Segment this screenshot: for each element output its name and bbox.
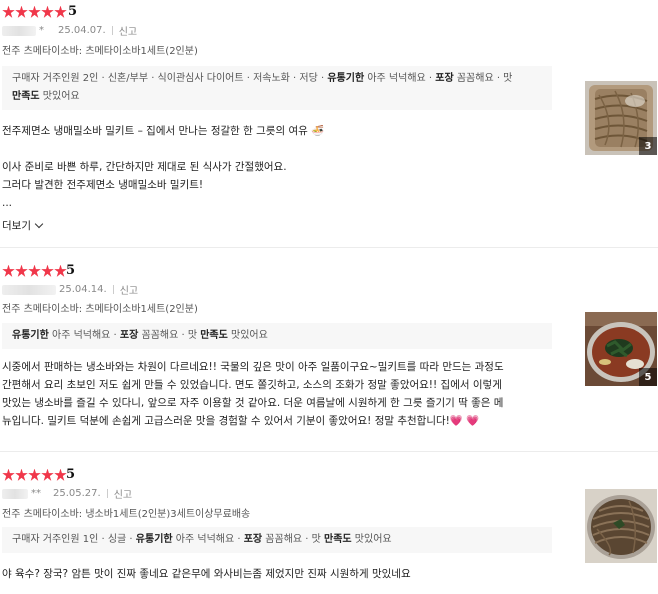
tag-text: 꼼꼼해요 · 맛 xyxy=(453,73,513,84)
tags-line: 유통기한 아주 넉넉해요 · 포장 꼼꼼해요 · 맛 만족도 맛있어요 xyxy=(12,327,542,345)
review-body: 전주제면소 냉매밀소바 밀키트 – 집에서 만나는 정갈한 한 그릇의 여유 🍜… xyxy=(2,122,562,212)
tag-keyword: 유통기한 xyxy=(327,73,365,84)
review-tags: 유통기한 아주 넉넉해요 · 포장 꼼꼼해요 · 맛 만족도 맛있어요 xyxy=(2,323,552,349)
rating-score: 5 xyxy=(66,263,76,278)
review-text: ... xyxy=(2,197,13,209)
review-divider xyxy=(0,451,658,452)
review-text: 간편해서 요리 초보인 저도 쉽게 만들 수 있었습니다. 면도 쫄깃하고, 소… xyxy=(2,379,502,391)
review-divider xyxy=(0,247,658,248)
star-icon xyxy=(2,264,15,277)
star-icon xyxy=(41,264,54,277)
rating-score: 5 xyxy=(68,4,78,19)
username: ** xyxy=(31,488,41,499)
review-photo[interactable] xyxy=(585,489,657,563)
username: * xyxy=(39,25,44,36)
review-text: 뉴입니다. 밀키트 덕분에 손쉽게 고급스러운 맛을 경험할 수 있어서 기분이… xyxy=(2,415,450,427)
report-link[interactable]: 신고 xyxy=(120,282,138,297)
review-text: 시중에서 판매하는 냉소바와는 차원이 다르네요!! 국물의 깊은 맛이 아주 … xyxy=(2,361,504,373)
tag-keyword: 만족도 xyxy=(200,330,228,341)
purchase-option: 전주 츠메타이소바: 냉소바1세트(2인분)3세트이상무료배송 xyxy=(2,509,251,520)
review-text: 맛있는 냉소바를 즐길 수 있다니, 앞으로 자주 이용할 것 같아요. 더운 … xyxy=(2,397,504,409)
photo-count: 3 xyxy=(639,137,657,155)
review-text: 그러다 발견한 전주제면소 냉매밀소바 밀키트! xyxy=(2,179,204,191)
tag-keyword: 만족도 xyxy=(12,91,40,102)
tag-keyword: 만족도 xyxy=(324,534,352,545)
tag-text: 아주 넉넉해요 · xyxy=(364,73,436,84)
star-rating xyxy=(2,5,67,19)
tag-text: 아주 넉넉해요 · xyxy=(172,534,244,545)
tags-line: 구매자 거주인원 1인 · 싱글 · 유통기한 아주 넉넉해요 · 포장 꼼꼼해… xyxy=(12,531,542,549)
review-text xyxy=(2,140,562,158)
tag-text: 꼼꼼해요 · 맛 xyxy=(138,330,201,341)
report-link[interactable]: 신고 xyxy=(114,486,132,501)
star-icon xyxy=(28,264,41,277)
review-date: 25.04.07. xyxy=(58,25,106,36)
rating-score: 5 xyxy=(66,467,76,482)
chevron-down-icon xyxy=(34,219,44,229)
more-label: 더보기 xyxy=(2,220,31,232)
star-icon xyxy=(2,468,15,481)
tag-text: 맛있어요 xyxy=(39,91,80,102)
more-button[interactable]: 더보기 xyxy=(2,218,44,233)
review-photo[interactable]: 5 xyxy=(585,312,657,386)
review-body: 시중에서 판매하는 냉소바와는 차원이 다르네요!! 국물의 깊은 맛이 아주 … xyxy=(2,358,562,430)
divider xyxy=(106,489,108,498)
tag-text: 맛있어요 xyxy=(351,534,392,545)
tag-keyword: 포장 xyxy=(119,330,139,341)
review-meta: 25.04.14. 신고 xyxy=(2,282,138,297)
masked-username xyxy=(2,25,36,36)
review-text: 이사 준비로 바쁜 하루, 간단하지만 제대로 된 식사가 간절했어요. xyxy=(2,161,287,173)
tag-text: 구매자 거주인원 2인 · 신혼/부부 · 식이관심사 다이어트 · 저속노화 … xyxy=(12,73,328,84)
star-icon xyxy=(15,264,28,277)
tags-line: 만족도 맛있어요 xyxy=(12,88,542,106)
tag-keyword: 유통기한 xyxy=(135,534,173,545)
tag-text: 구매자 거주인원 1인 · 싱글 · xyxy=(12,534,136,545)
report-link[interactable]: 신고 xyxy=(119,23,137,38)
noodle-bowl-photo xyxy=(585,489,657,563)
review-photo[interactable]: 3 xyxy=(585,81,657,155)
star-icon xyxy=(28,5,41,18)
review-date: 25.05.27. xyxy=(53,488,101,499)
divider xyxy=(111,26,113,35)
heart-icon: 💗 💗 xyxy=(449,415,480,427)
review-text: 야 육수? 장국? 암튼 맛이 진짜 좋네요 같은무에 와사비는좀 제었지만 진… xyxy=(2,568,411,580)
purchase-option: 전주 츠메타이소바: 츠메타이소바1세트(2인분) xyxy=(2,304,198,315)
divider xyxy=(112,285,114,294)
masked-username xyxy=(2,488,28,499)
tag-text: 꼼꼼해요 · 맛 xyxy=(262,534,325,545)
tag-text: 아주 넉넉해요 · xyxy=(48,330,120,341)
star-rating xyxy=(2,264,67,278)
star-icon xyxy=(54,5,67,18)
tags-line: 구매자 거주인원 2인 · 신혼/부부 · 식이관심사 다이어트 · 저속노화 … xyxy=(12,70,542,88)
review-tags: 구매자 거주인원 1인 · 싱글 · 유통기한 아주 넉넉해요 · 포장 꼼꼼해… xyxy=(2,527,552,553)
review-tags: 구매자 거주인원 2인 · 신혼/부부 · 식이관심사 다이어트 · 저속노화 … xyxy=(2,66,552,110)
review-body: 야 육수? 장국? 암튼 맛이 진짜 좋네요 같은무에 와사비는좀 제었지만 진… xyxy=(2,565,562,583)
masked-username xyxy=(2,284,56,295)
star-icon xyxy=(15,5,28,18)
star-icon xyxy=(41,468,54,481)
star-rating xyxy=(2,468,67,482)
review-meta: ** 25.05.27. 신고 xyxy=(2,486,132,501)
review-date: 25.04.14. xyxy=(59,284,107,295)
tag-keyword: 포장 xyxy=(435,73,454,84)
tag-keyword: 유통기한 xyxy=(12,330,49,341)
purchase-option: 전주 츠메타이소바: 츠메타이소바1세트(2인분) xyxy=(2,46,198,57)
star-icon xyxy=(41,5,54,18)
star-icon xyxy=(15,468,28,481)
star-icon xyxy=(28,468,41,481)
photo-count: 5 xyxy=(639,368,657,386)
tag-text: 맛있어요 xyxy=(227,330,268,341)
tag-keyword: 포장 xyxy=(243,534,263,545)
review-meta: * 25.04.07. 신고 xyxy=(2,23,137,38)
star-icon xyxy=(2,5,15,18)
review-text: 전주제면소 냉매밀소바 밀키트 – 집에서 만나는 정갈한 한 그릇의 여유 🍜 xyxy=(2,125,325,137)
